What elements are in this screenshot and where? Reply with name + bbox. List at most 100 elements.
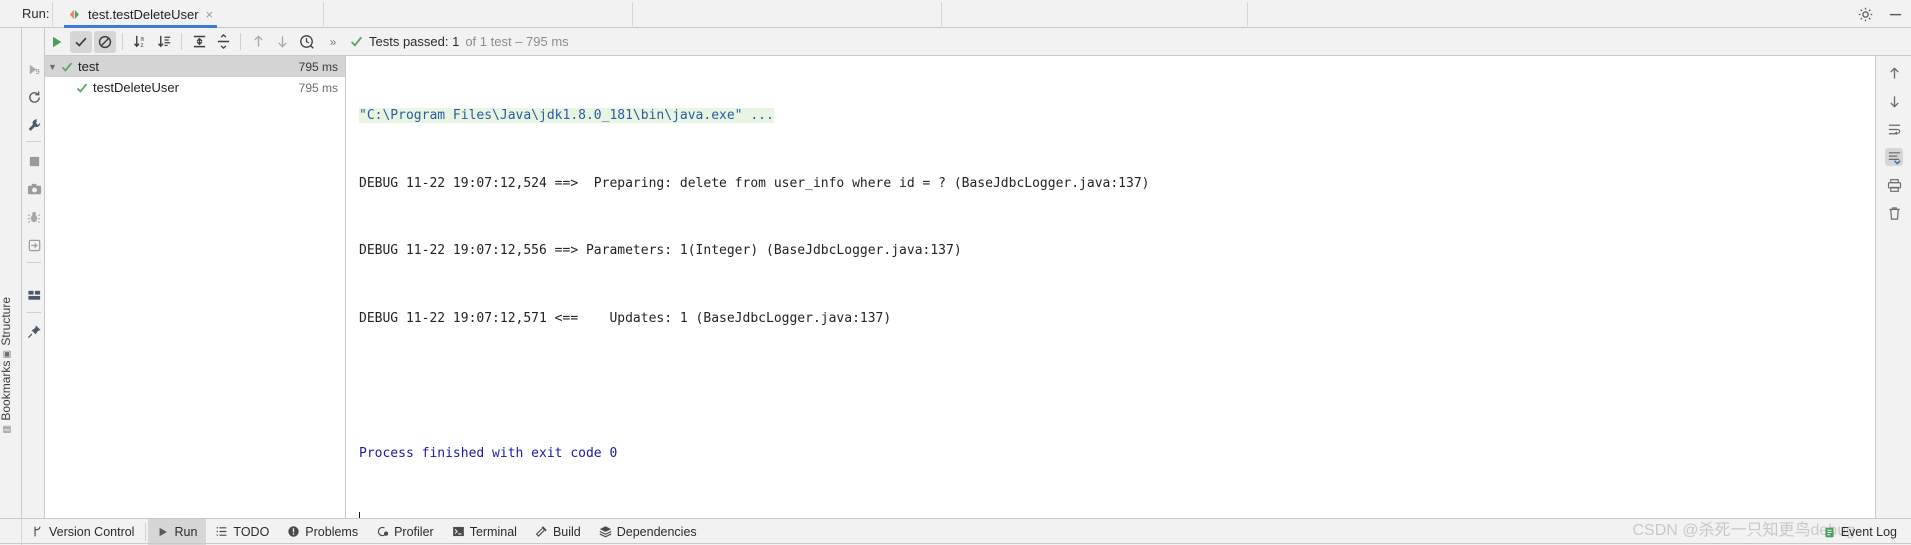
pin-tab-button[interactable] xyxy=(25,322,43,340)
scroll-up-button[interactable] xyxy=(1885,64,1903,82)
console-line: Process finished with exit code 0 xyxy=(359,443,1875,466)
debug-button[interactable] xyxy=(25,208,43,226)
test-results-tree[interactable]: ▼ test 795 ms testDeleteUser 795 ms xyxy=(45,56,346,518)
event-log-label: Event Log xyxy=(1840,525,1897,539)
sort-by-duration-button[interactable] xyxy=(153,31,175,53)
tool-window-run[interactable]: Run xyxy=(148,518,207,545)
tool-window-dependencies[interactable]: Dependencies xyxy=(590,519,706,545)
rerun-button[interactable] xyxy=(25,88,43,106)
expand-all-icon xyxy=(193,35,205,48)
console-line-text: DEBUG 11-22 19:07:12,571 <== Updates: 1 … xyxy=(359,310,892,326)
branch-icon xyxy=(31,525,44,538)
run-window-label: Run: xyxy=(22,6,50,21)
close-icon[interactable]: × xyxy=(206,8,214,21)
console-caret-line xyxy=(359,510,1875,518)
print-button[interactable] xyxy=(1885,176,1903,194)
expand-all-button[interactable] xyxy=(188,31,210,53)
rerun-failed-tests-button[interactable]: 9 xyxy=(25,60,43,78)
layout-grid-icon xyxy=(27,290,40,300)
console-line: DEBUG 11-22 19:07:12,556 ==> Parameters:… xyxy=(359,240,1875,263)
console-text: "C:\Program Files\Java\jdk1.8.0_181\bin\… xyxy=(359,60,1875,518)
tree-row-label: test xyxy=(78,59,99,74)
tool-window-build[interactable]: Build xyxy=(526,519,590,545)
console-line-text: Process finished with exit code 0 xyxy=(359,445,618,461)
csdn-watermark: CSDN @杀死一只知更鸟debug xyxy=(1632,522,1855,539)
green-check-icon xyxy=(350,35,363,48)
checkmark-icon xyxy=(75,37,87,47)
tool-window-label: Terminal xyxy=(469,524,517,539)
show-passed-tests-toggle[interactable] xyxy=(70,30,92,53)
green-check-icon xyxy=(60,56,74,77)
sort-alphabetically-button[interactable]: a z xyxy=(129,31,151,53)
scroll-to-end-button[interactable] xyxy=(1885,148,1903,166)
tree-row-test[interactable]: ▼ test 795 ms xyxy=(45,56,345,77)
event-log-icon xyxy=(1823,526,1836,539)
console-line: DEBUG 11-22 19:07:12,571 <== Updates: 1 … xyxy=(359,308,1875,331)
chevron-down-icon[interactable]: ▼ xyxy=(45,56,60,77)
gear-icon[interactable] xyxy=(1857,6,1873,22)
rerun-tests-button[interactable] xyxy=(46,31,68,53)
configure-tests-button[interactable] xyxy=(25,116,43,134)
test-runner-toolbar: a z » Tests passed: 1 of 1 test – 795 ms xyxy=(45,28,1911,56)
export-arrow-icon xyxy=(28,239,40,251)
event-log-button[interactable]: Event Log xyxy=(1823,525,1897,539)
wrap-lines-icon xyxy=(1888,124,1900,135)
bug-icon xyxy=(27,211,40,223)
camera-icon xyxy=(27,183,41,194)
tool-window-label: TODO xyxy=(233,524,270,539)
export-test-results-button[interactable] xyxy=(25,236,43,254)
show-ignored-tests-toggle[interactable] xyxy=(94,30,116,53)
exclamation-circle-icon xyxy=(287,525,300,538)
bookmarks-label: Bookmarks xyxy=(0,360,13,421)
console-line: DEBUG 11-22 19:07:12,524 ==> Preparing: … xyxy=(359,173,1875,196)
tool-window-terminal[interactable]: Terminal xyxy=(443,519,526,545)
screenshot-button[interactable] xyxy=(25,180,43,198)
sort-alphabetically-icon: a z xyxy=(133,36,144,49)
toolbar-overflow-button[interactable]: » xyxy=(324,31,342,53)
clear-all-button[interactable] xyxy=(1885,204,1903,222)
left-tool-window-stripe: ▣ Structure ▤ Bookmarks xyxy=(0,0,22,518)
console-output-panel[interactable]: "C:\Program Files\Java\jdk1.8.0_181\bin\… xyxy=(346,56,1875,518)
console-line-text: DEBUG 11-22 19:07:12,556 ==> Parameters:… xyxy=(359,243,962,258)
arrow-down-icon xyxy=(277,36,287,48)
next-failed-test-button[interactable] xyxy=(271,31,293,53)
run-tool-window-header: Run: test.testDeleteUser × xyxy=(0,0,1911,28)
tree-row-duration: 795 ms xyxy=(298,59,338,74)
tree-row-testdeleteuser[interactable]: testDeleteUser 795 ms xyxy=(45,77,345,98)
tool-window-label: Run xyxy=(174,524,198,539)
console-line: "C:\Program Files\Java\jdk1.8.0_181\bin\… xyxy=(359,105,1875,128)
arrow-down-icon xyxy=(1889,95,1899,108)
tool-window-label: Dependencies xyxy=(616,524,697,539)
tool-window-profiler[interactable]: Profiler xyxy=(367,519,443,545)
minimize-icon[interactable] xyxy=(1887,6,1903,22)
stripe-button-bookmarks[interactable]: ▤ Bookmarks xyxy=(0,332,19,462)
test-status-line: Tests passed: 1 of 1 test – 795 ms xyxy=(350,34,569,49)
collapse-all-icon xyxy=(217,34,229,49)
soft-wrap-button[interactable] xyxy=(1885,120,1903,138)
scroll-down-button[interactable] xyxy=(1885,92,1903,110)
circle-slash-icon xyxy=(98,35,112,48)
tool-window-problems[interactable]: Problems xyxy=(278,519,367,545)
rerun-circular-icon xyxy=(28,91,40,103)
arrow-up-icon xyxy=(253,35,263,47)
play-icon xyxy=(157,526,169,538)
console-side-toolbar xyxy=(1875,56,1911,518)
hammer-icon xyxy=(535,525,548,538)
tool-window-label: Problems xyxy=(305,524,359,539)
test-history-button[interactable] xyxy=(295,31,317,53)
collapse-all-button[interactable] xyxy=(212,31,234,53)
previous-failed-test-button[interactable] xyxy=(247,31,269,53)
tool-window-version-control[interactable]: Version Control xyxy=(22,519,143,545)
status-passed-count: Tests passed: 1 xyxy=(369,34,460,49)
clock-history-icon xyxy=(299,35,314,49)
stop-process-button[interactable] xyxy=(25,152,43,170)
tool-window-label: Version Control xyxy=(49,524,135,539)
tool-window-todo[interactable]: TODO xyxy=(206,519,278,545)
layout-settings-button[interactable] xyxy=(25,286,43,304)
tab-test-testdeleteuser[interactable]: test.testDeleteUser × xyxy=(60,0,221,28)
tree-row-duration: 795 ms xyxy=(298,80,338,95)
tool-window-label: Build xyxy=(552,524,581,539)
profiler-icon xyxy=(376,525,389,538)
